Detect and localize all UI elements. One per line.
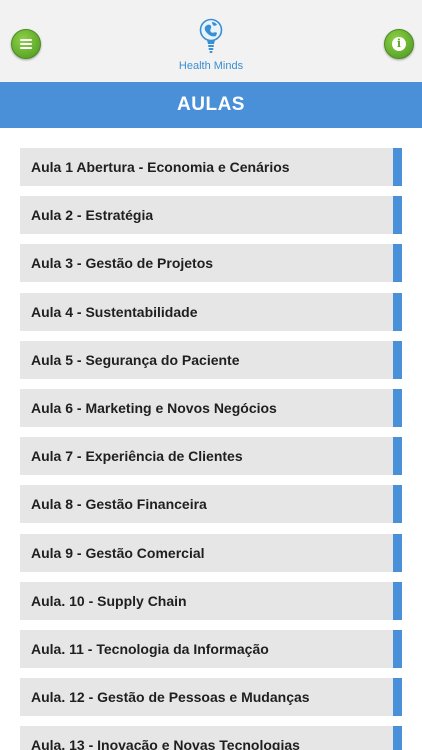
lesson-label: Aula. 10 - Supply Chain bbox=[31, 592, 187, 609]
lesson-label: Aula 7 - Experiência de Clientes bbox=[31, 448, 243, 465]
top-bar: Health Minds i bbox=[0, 0, 422, 82]
lesson-accent-bar bbox=[393, 678, 402, 717]
lesson-item[interactable]: Aula. 12 - Gestão de Pessoas e Mudanças bbox=[20, 678, 402, 717]
lesson-label: Aula 3 - Gestão de Projetos bbox=[31, 255, 214, 272]
lesson-item[interactable]: Aula 6 - Marketing e Novos Negócios bbox=[20, 388, 402, 427]
info-icon: i bbox=[392, 37, 406, 51]
lesson-label: Aula. 11 - Tecnologia da Informação bbox=[31, 640, 269, 657]
lesson-label: Aula 4 - Sustentabilidade bbox=[31, 303, 198, 320]
title-bar: AULAS bbox=[0, 82, 422, 128]
lesson-accent-bar bbox=[393, 292, 402, 331]
lessons-screen: Health Minds i AULAS Aula 1 Abertura - E… bbox=[0, 0, 422, 750]
page-title: AULAS bbox=[177, 94, 245, 115]
lesson-accent-bar bbox=[393, 244, 402, 283]
lesson-label: Aula 2 - Estratégia bbox=[31, 207, 154, 224]
lesson-item[interactable]: Aula. 10 - Supply Chain bbox=[20, 581, 402, 620]
lesson-list: Aula 1 Abertura - Economia e Cenários Aul… bbox=[20, 148, 402, 750]
app-logo: Health Minds bbox=[165, 18, 257, 76]
lesson-item[interactable]: Aula 5 - Segurança do Paciente bbox=[20, 340, 402, 379]
app-name: Health Minds bbox=[178, 60, 244, 72]
lesson-accent-bar bbox=[393, 485, 402, 524]
lesson-label: Aula 6 - Marketing e Novos Negócios bbox=[31, 399, 277, 416]
lesson-label: Aula 8 - Gestão Financeira bbox=[31, 496, 207, 513]
lesson-label: Aula 5 - Segurança do Paciente bbox=[31, 351, 240, 368]
hamburger-menu-icon bbox=[20, 39, 32, 49]
menu-button[interactable] bbox=[11, 29, 41, 59]
lesson-item[interactable]: Aula 7 - Experiência de Clientes bbox=[20, 437, 402, 476]
lesson-accent-bar bbox=[393, 629, 402, 668]
lesson-item[interactable]: Aula 4 - Sustentabilidade bbox=[20, 292, 402, 331]
lesson-item[interactable]: Aula. 11 - Tecnologia da Informação bbox=[20, 629, 402, 668]
lesson-accent-bar bbox=[393, 437, 402, 476]
lesson-item[interactable]: Aula 3 - Gestão de Projetos bbox=[20, 244, 402, 283]
lesson-accent-bar bbox=[393, 388, 402, 427]
lesson-item[interactable]: Aula 1 Abertura - Economia e Cenários bbox=[20, 148, 402, 186]
lesson-item[interactable]: Aula. 13 - Inovação e Novas Tecnologias bbox=[20, 726, 402, 750]
lesson-item[interactable]: Aula 8 - Gestão Financeira bbox=[20, 485, 402, 524]
lesson-item[interactable]: Aula 2 - Estratégia bbox=[20, 196, 402, 235]
lesson-accent-bar bbox=[393, 340, 402, 379]
lesson-label: Aula 9 - Gestão Comercial bbox=[31, 544, 205, 561]
lesson-accent-bar bbox=[393, 196, 402, 235]
lightbulb-globe-icon bbox=[199, 18, 223, 53]
lesson-item[interactable]: Aula 9 - Gestão Comercial bbox=[20, 533, 402, 572]
lesson-accent-bar bbox=[393, 726, 402, 750]
lesson-label: Aula 1 Abertura - Economia e Cenários bbox=[31, 159, 290, 175]
lesson-accent-bar bbox=[393, 533, 402, 572]
info-button[interactable]: i bbox=[384, 29, 414, 59]
lesson-accent-bar bbox=[393, 581, 402, 620]
lesson-label: Aula. 13 - Inovação e Novas Tecnologias bbox=[31, 737, 300, 750]
lesson-accent-bar bbox=[393, 148, 402, 186]
lesson-label: Aula. 12 - Gestão de Pessoas e Mudanças bbox=[31, 689, 310, 706]
